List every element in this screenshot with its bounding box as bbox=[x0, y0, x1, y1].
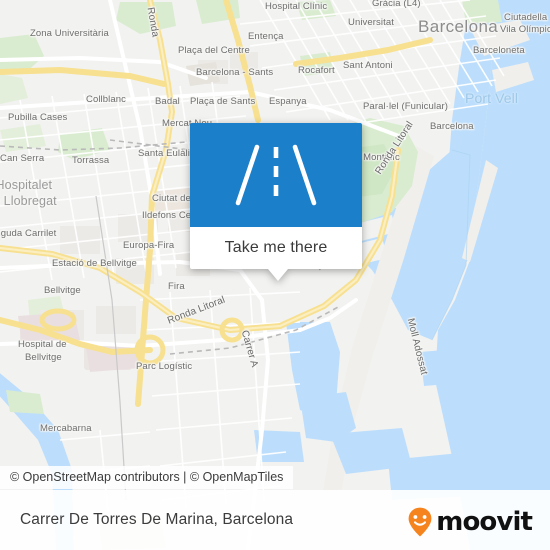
popup-image bbox=[190, 123, 362, 227]
moovit-wordmark: moovit bbox=[436, 507, 533, 537]
map-attribution[interactable]: © OpenStreetMap contributors | © OpenMap… bbox=[0, 466, 294, 489]
map-screen: Zona Universitària Hospital Clínic Gràcia … bbox=[0, 0, 550, 550]
road-icon bbox=[235, 144, 317, 206]
take-me-there-label: Take me there bbox=[224, 239, 328, 256]
footer-bar: Carrer De Torres De Marina, Barcelona mo… bbox=[0, 490, 550, 550]
take-me-there-button[interactable]: Take me there bbox=[190, 227, 362, 269]
moovit-logo[interactable]: moovit bbox=[407, 506, 533, 538]
popup-tail bbox=[268, 269, 288, 281]
place-popup-card[interactable]: Take me there bbox=[190, 123, 362, 281]
page-title: Carrer De Torres De Marina, Barcelona bbox=[20, 511, 294, 528]
moovit-pin-icon bbox=[408, 507, 432, 537]
